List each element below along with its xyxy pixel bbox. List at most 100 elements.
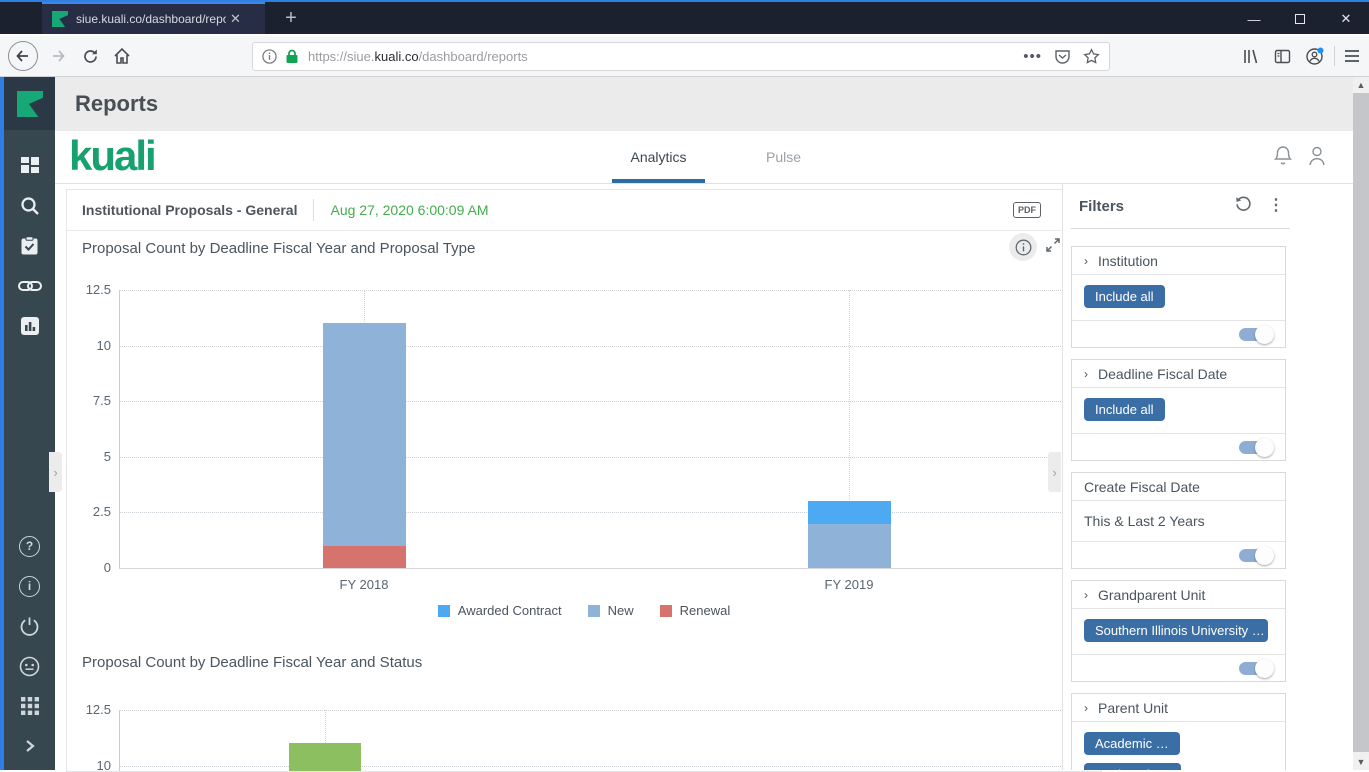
sidebar-expand-button[interactable] xyxy=(4,726,55,766)
info-icon: i xyxy=(19,576,40,597)
new-tab-button[interactable]: + xyxy=(276,4,306,34)
page-actions-button[interactable]: ••• xyxy=(1023,48,1042,65)
chart-info-button[interactable] xyxy=(1009,233,1037,261)
account-button[interactable] xyxy=(1300,42,1328,70)
pocket-icon[interactable] xyxy=(1054,48,1071,65)
window-close-button[interactable]: ✕ xyxy=(1323,4,1369,34)
kuali-wordmark[interactable]: kuali xyxy=(69,132,155,180)
filter-card-footer xyxy=(1072,541,1285,568)
y-axis-line xyxy=(119,290,120,568)
tab-close-icon[interactable]: ✕ xyxy=(230,11,241,27)
y-gridline xyxy=(119,457,1095,458)
legend-label: New xyxy=(608,603,634,618)
filter-value-chip[interactable]: Academic … xyxy=(1084,732,1180,755)
info-icon xyxy=(1015,239,1032,256)
legend-item[interactable]: Renewal xyxy=(660,603,731,618)
filter-card-header[interactable]: ›Institution xyxy=(1072,247,1285,274)
filter-value-chip[interactable]: Southern Illinois University … xyxy=(1084,619,1268,642)
sidebar-item-info[interactable]: i xyxy=(4,566,55,606)
forward-arrow-icon xyxy=(50,48,66,64)
legend-swatch xyxy=(588,605,600,617)
forward-button[interactable] xyxy=(44,42,72,70)
browser-titlebar: siue.kuali.co/dashboard/reports ✕ + — ✕ xyxy=(0,0,1369,34)
notifications-button[interactable] xyxy=(1273,145,1293,172)
report-card: Institutional Proposals - General Aug 27… xyxy=(66,189,1102,772)
window-maximize-button[interactable] xyxy=(1277,4,1323,34)
sidebar-item-feedback[interactable] xyxy=(4,646,55,686)
filter-card-deadline-fiscal-date: › Deadline Fiscal Date Include all xyxy=(1071,359,1286,461)
filters-kebab-menu[interactable]: ⋮ xyxy=(1268,198,1284,214)
browser-scrollbar[interactable]: ▲ ▼ xyxy=(1353,77,1369,770)
chart-expand-button[interactable] xyxy=(1045,237,1061,258)
filter-value-chip[interactable]: Include all xyxy=(1084,398,1165,421)
filters-collapse-handle[interactable]: › xyxy=(1048,452,1061,492)
sidebar-kuali-logo[interactable] xyxy=(4,77,55,130)
profile-button[interactable] xyxy=(1307,145,1327,172)
page-banner: Reports xyxy=(55,77,1353,131)
sidebar-item-logout[interactable] xyxy=(4,606,55,646)
filter-card-header[interactable]: › Deadline Fiscal Date xyxy=(1072,360,1285,387)
url-bar[interactable]: https://siue.kuali.co/dashboard/reports … xyxy=(252,42,1110,71)
filter-value-chip[interactable]: Include all xyxy=(1084,285,1165,308)
filter-enable-toggle[interactable] xyxy=(1239,328,1272,341)
y-axis-line xyxy=(119,710,120,772)
filter-card-title: Grandparent Unit xyxy=(1098,587,1205,603)
toggle-thumb xyxy=(1255,659,1274,678)
filter-card-title: Create Fiscal Date xyxy=(1084,479,1200,495)
back-button[interactable] xyxy=(8,41,38,71)
pdf-export-button[interactable]: PDF xyxy=(1013,202,1041,218)
legend-item[interactable]: Awarded Contract xyxy=(438,603,562,618)
filter-card-footer xyxy=(1072,654,1285,681)
y-gridline xyxy=(119,512,1095,513)
y-axis-tick-label: 5 xyxy=(67,449,111,464)
filter-enable-toggle[interactable] xyxy=(1239,549,1272,562)
filter-card-title: Deadline Fiscal Date xyxy=(1098,366,1227,382)
sidebar-item-search[interactable] xyxy=(4,186,55,226)
site-info-icon[interactable] xyxy=(262,49,277,64)
chart-title: Proposal Count by Deadline Fiscal Year a… xyxy=(82,654,422,671)
x-axis-line xyxy=(119,568,1095,569)
filter-enable-toggle[interactable] xyxy=(1239,441,1272,454)
hamburger-menu-icon xyxy=(1344,49,1360,63)
clipboard-check-icon xyxy=(20,236,39,256)
legend-swatch xyxy=(660,605,672,617)
sidebar-item-apps[interactable] xyxy=(4,686,55,726)
home-button[interactable] xyxy=(108,42,136,70)
left-panel-expand-handle[interactable]: › xyxy=(49,452,62,492)
scroll-up-arrow[interactable]: ▲ xyxy=(1353,77,1369,93)
library-button[interactable] xyxy=(1236,42,1264,70)
scrollbar-thumb[interactable] xyxy=(1353,93,1369,752)
menu-button[interactable] xyxy=(1338,42,1366,70)
toggle-thumb xyxy=(1255,546,1274,565)
bookmark-star-icon[interactable] xyxy=(1083,48,1100,65)
https-lock-icon[interactable] xyxy=(285,49,299,64)
filter-value-chip[interactable]: Engineerin… xyxy=(1084,763,1181,770)
sidebars-button[interactable] xyxy=(1268,42,1296,70)
filter-card-header[interactable]: ›Parent Unit xyxy=(1072,694,1285,721)
sidebar-item-dashboard[interactable] xyxy=(4,146,55,186)
sidebar-item-help[interactable]: ? xyxy=(4,526,55,566)
browser-tab[interactable]: siue.kuali.co/dashboard/reports ✕ xyxy=(42,2,265,34)
sidebar-item-reports[interactable] xyxy=(4,306,55,346)
filter-card-header[interactable]: › Grandparent Unit xyxy=(1072,581,1285,608)
link-icon xyxy=(18,279,42,293)
filter-card-header[interactable]: Create Fiscal Date xyxy=(1072,473,1285,500)
filters-reset-button[interactable] xyxy=(1234,195,1252,218)
chevron-right-icon: › xyxy=(1084,588,1088,602)
filter-enable-toggle[interactable] xyxy=(1239,662,1272,675)
tab-analytics[interactable]: Analytics xyxy=(612,131,705,183)
tab-pulse[interactable]: Pulse xyxy=(735,131,832,183)
chevron-right-icon xyxy=(24,739,36,753)
filter-card-grandparent-unit: › Grandparent Unit Southern Illinois Unive… xyxy=(1071,580,1286,682)
filter-card-body: Academic … Engineerin… xyxy=(1072,721,1285,770)
scroll-down-arrow[interactable]: ▼ xyxy=(1353,754,1369,770)
bar-segment-awarded-contract xyxy=(808,501,891,523)
sidebar-item-links[interactable] xyxy=(4,266,55,306)
chart-proposal-type: Proposal Count by Deadline Fiscal Year a… xyxy=(67,231,1101,647)
refresh-button[interactable] xyxy=(76,42,104,70)
sidebar-item-tasks[interactable] xyxy=(4,226,55,266)
chevron-right-icon: › xyxy=(1084,367,1088,381)
window-minimize-button[interactable]: — xyxy=(1231,4,1277,34)
legend-item[interactable]: New xyxy=(588,603,634,618)
brand-bar: kuali Analytics Pulse xyxy=(55,131,1353,184)
